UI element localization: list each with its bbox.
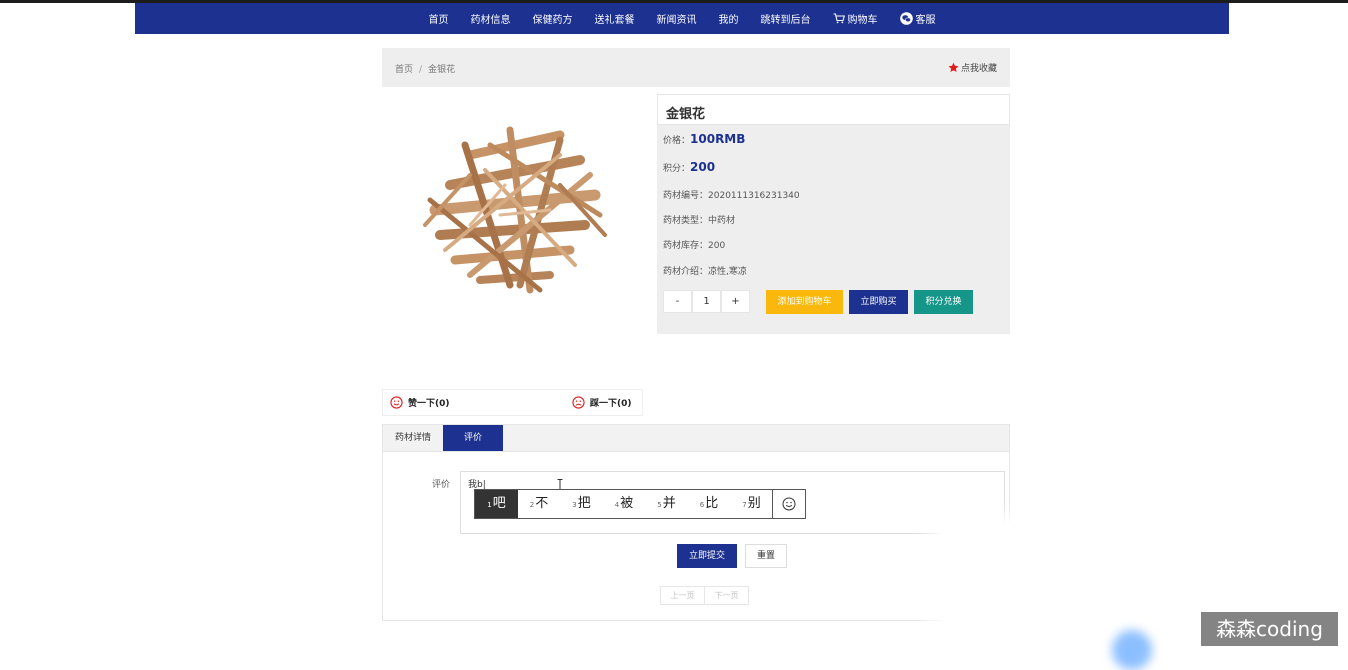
- type-row: 药材类型：中药材: [663, 213, 735, 226]
- code-row: 药材编号：2020111316231340: [663, 188, 800, 201]
- type-value: 中药材: [708, 216, 736, 226]
- favorite-button[interactable]: 点我收藏: [948, 61, 997, 74]
- nav-item-gift-packages[interactable]: 送礼套餐: [595, 11, 635, 26]
- overlay-patch: [943, 525, 1028, 635]
- floating-blur-circle: [1112, 630, 1152, 670]
- nav-item-admin[interactable]: 跳转到后台: [761, 11, 811, 26]
- prev-page-button[interactable]: 上一页: [661, 587, 704, 604]
- code-value: 2020111316231340: [708, 191, 800, 201]
- intro-row: 药材介绍：凉性,寒凉: [663, 264, 747, 277]
- ime-candidate[interactable]: 7别: [730, 490, 773, 518]
- submit-button[interactable]: 立即提交: [677, 544, 737, 568]
- type-label: 药材类型：: [663, 216, 709, 226]
- breadcrumb: 首页 / 金银花: [395, 62, 455, 75]
- breadcrumb-current: 金银花: [428, 65, 456, 75]
- nav-item-cart[interactable]: 购物车: [833, 11, 878, 26]
- add-to-cart-button[interactable]: 添加到购物车: [766, 290, 843, 314]
- vote-bar: 赞一下(0) 踩一下(0): [382, 389, 643, 416]
- ime-emoji-button[interactable]: [772, 490, 805, 518]
- breadcrumb-separator: /: [419, 65, 423, 75]
- dislike-label: 踩一下(0): [590, 399, 632, 409]
- wechat-icon: [899, 12, 913, 25]
- quantity-minus-button[interactable]: -: [663, 290, 692, 313]
- ime-candidate[interactable]: 1吧: [475, 490, 518, 518]
- tab-medicine-detail[interactable]: 药材详情: [383, 425, 443, 451]
- nav-item-medicine-info[interactable]: 药材信息: [471, 11, 511, 26]
- next-page-button[interactable]: 下一页: [704, 587, 748, 604]
- breadcrumb-home[interactable]: 首页: [395, 65, 413, 75]
- product-title: 金银花: [657, 94, 1010, 125]
- pagination: 上一页 下一页: [660, 586, 749, 605]
- points-row: 积分：200: [663, 160, 715, 174]
- intro-value: 凉性,寒凉: [708, 267, 747, 277]
- price-row: 价格：100RMB: [663, 132, 745, 146]
- points-exchange-button[interactable]: 积分兑换: [914, 290, 973, 314]
- reset-button[interactable]: 重置: [745, 544, 787, 568]
- nav-service-label: 客服: [915, 15, 936, 26]
- ime-candidate[interactable]: 6比: [688, 490, 730, 518]
- nav-item-service[interactable]: 客服: [899, 11, 936, 26]
- intro-label: 药材介绍：: [663, 267, 709, 277]
- quantity-stepper: - 1 +: [663, 290, 750, 313]
- product-image: [423, 126, 607, 294]
- watermark: 森森coding: [1201, 612, 1338, 646]
- smile-icon: [390, 396, 403, 409]
- product-info-panel: 金银花 价格：100RMB 积分：200 药材编号：20201113162313…: [657, 94, 1010, 334]
- review-panel: 药材详情 评价 评价 我b| 1吧 2不 3把 4被 5并 6比 7别 立即提交…: [382, 424, 1010, 621]
- price-value: 100RMB: [690, 132, 746, 146]
- like-button[interactable]: 赞一下(0): [390, 396, 450, 409]
- breadcrumb-bar: 首页 / 金银花 点我收藏: [382, 48, 1010, 87]
- like-label: 赞一下(0): [408, 399, 450, 409]
- price-label: 价格：: [663, 136, 691, 146]
- ime-candidate-bar: 1吧 2不 3把 4被 5并 6比 7别: [474, 489, 806, 519]
- stock-row: 药材库存：200: [663, 238, 725, 251]
- ime-candidate[interactable]: 2不: [518, 490, 560, 518]
- code-label: 药材编号：: [663, 191, 709, 201]
- star-icon: [948, 62, 959, 73]
- review-label: 评价: [432, 480, 451, 490]
- frown-icon: [572, 396, 585, 409]
- quantity-plus-button[interactable]: +: [721, 290, 750, 313]
- stock-value: 200: [708, 241, 726, 251]
- buy-now-button[interactable]: 立即购买: [849, 290, 908, 314]
- points-value: 200: [690, 160, 716, 174]
- cart-icon: [833, 13, 845, 24]
- points-label: 积分：: [663, 164, 691, 174]
- nav-item-mine[interactable]: 我的: [719, 11, 739, 26]
- nav-item-health-recipes[interactable]: 保健药方: [533, 11, 573, 26]
- stock-label: 药材库存：: [663, 241, 709, 251]
- nav-item-news[interactable]: 新闻资讯: [657, 11, 697, 26]
- nav-cart-label: 购物车: [847, 15, 878, 26]
- nav-item-home[interactable]: 首页: [429, 11, 449, 26]
- favorite-label: 点我收藏: [960, 64, 997, 74]
- emoji-icon: [782, 497, 796, 511]
- ime-candidate[interactable]: 4被: [603, 490, 645, 518]
- quantity-input[interactable]: 1: [692, 290, 721, 313]
- ime-candidate[interactable]: 3把: [560, 490, 603, 518]
- tab-bar: 药材详情 评价: [383, 425, 1009, 452]
- ime-candidate[interactable]: 5并: [645, 490, 688, 518]
- dislike-button[interactable]: 踩一下(0): [572, 396, 632, 409]
- tab-review[interactable]: 评价: [443, 425, 503, 451]
- top-navbar: 首页 药材信息 保健药方 送礼套餐 新闻资讯 我的 跳转到后台 购物车 客服: [135, 3, 1229, 34]
